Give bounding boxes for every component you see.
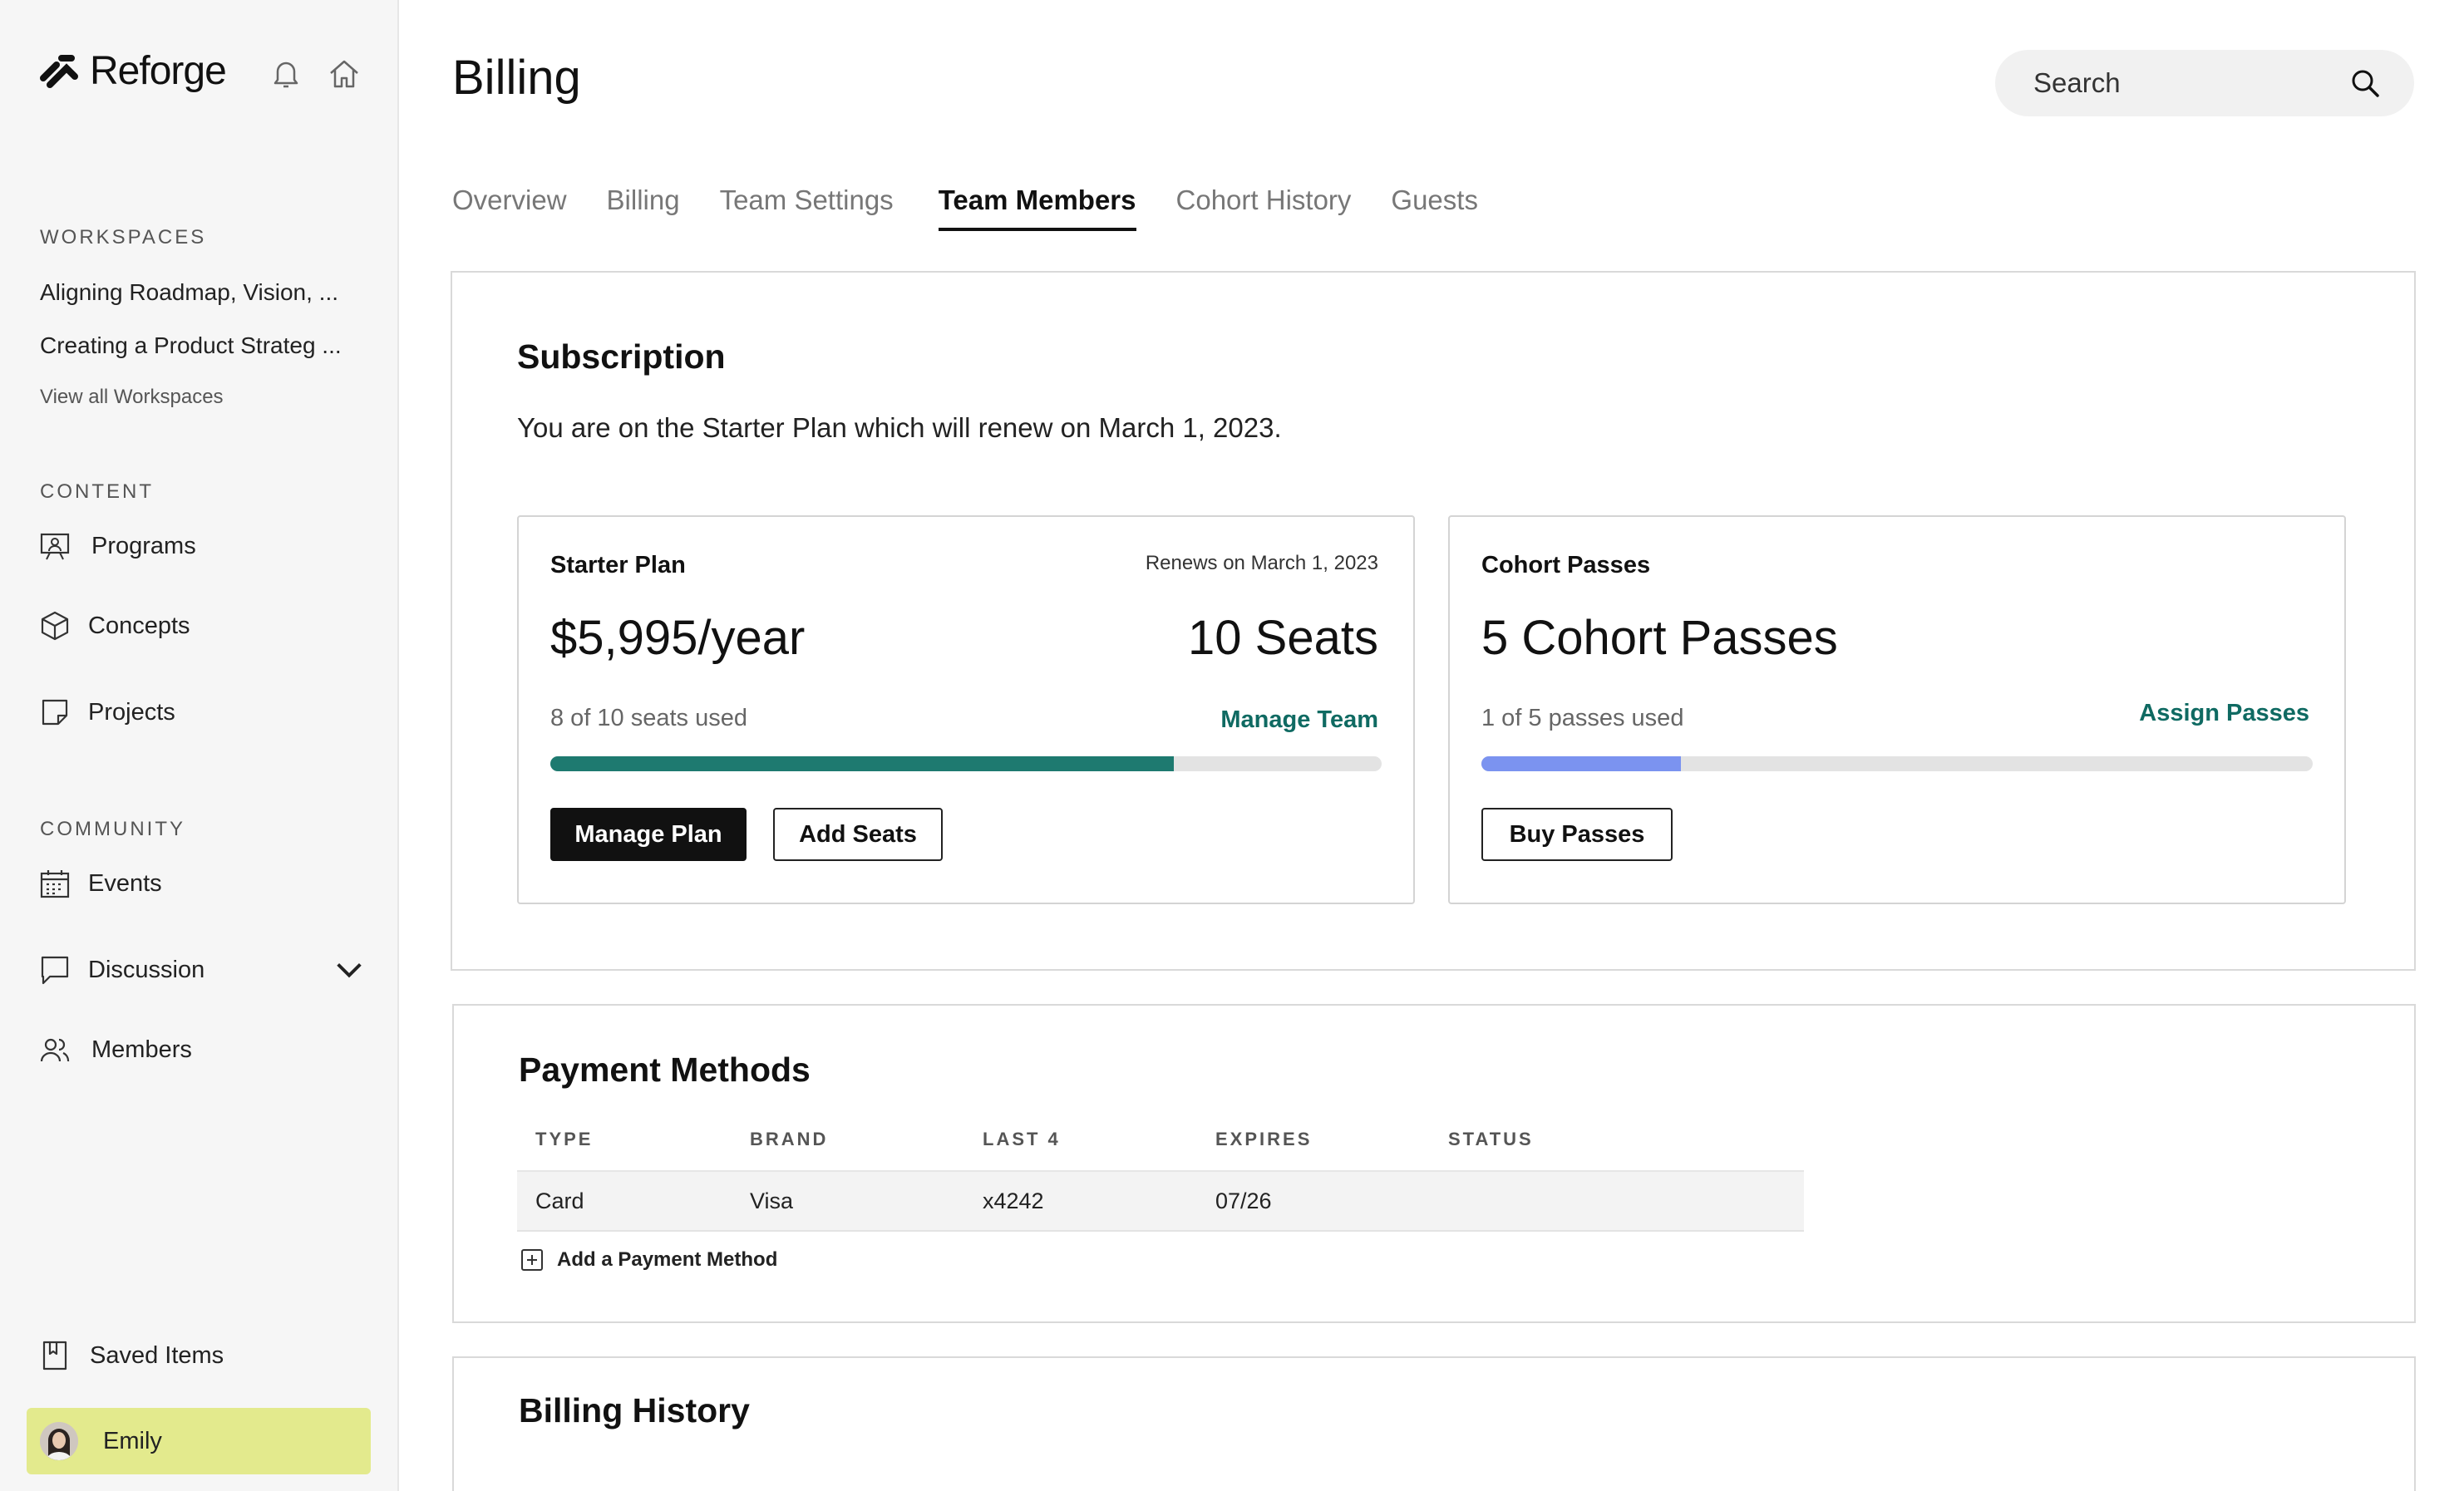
bookmark-icon (42, 1341, 67, 1370)
sidebar-item-label: Saved Items (90, 1341, 224, 1369)
tab-cohort-history[interactable]: Cohort History (1176, 185, 1352, 231)
cell-type: Card (535, 1188, 584, 1213)
column-header: STATUS (1448, 1129, 1534, 1149)
tab-bar: Overview Billing Team Settings Team Memb… (452, 185, 1518, 231)
sidebar-item-label: Programs (91, 532, 196, 559)
avatar (40, 1422, 78, 1460)
cube-icon (41, 611, 69, 641)
add-payment-method-label: Add a Payment Method (557, 1248, 778, 1271)
logo[interactable]: Reforge (40, 48, 227, 94)
sidebar-item-projects[interactable]: Projects (38, 691, 175, 733)
subscription-description: You are on the Starter Plan which will r… (517, 412, 1282, 443)
cell-last4: x4242 (983, 1188, 1044, 1213)
note-icon (42, 699, 68, 726)
column-header: BRAND (750, 1129, 829, 1149)
sidebar-item-programs[interactable]: Programs (38, 525, 196, 567)
tab-overview[interactable]: Overview (452, 185, 567, 231)
column-header: LAST 4 (983, 1129, 1061, 1149)
billing-history-panel: Billing History (452, 1356, 2416, 1491)
community-heading: COMMUNITY (40, 818, 185, 840)
cell-brand: Visa (750, 1188, 794, 1213)
page-title: Billing (452, 51, 581, 105)
billing-history-title: Billing History (519, 1391, 750, 1429)
workspace-item[interactable]: Aligning Roadmap, Vision, ... (40, 279, 338, 306)
add-payment-method-button[interactable]: Add a Payment Method (520, 1248, 777, 1272)
workspaces-heading: WORKSPACES (40, 226, 207, 248)
sidebar-item-label: Events (88, 869, 162, 897)
sidebar-item-label: Concepts (88, 612, 190, 639)
assign-passes-link[interactable]: Assign Passes (2139, 700, 2309, 727)
column-header: EXPIRES (1215, 1129, 1313, 1149)
sidebar-item-members[interactable]: Members (38, 1029, 192, 1070)
app-name: Reforge (90, 49, 227, 93)
tab-guests[interactable]: Guests (1391, 185, 1478, 231)
tab-team-settings[interactable]: Team Settings (720, 185, 894, 231)
seats-progress-bar (550, 756, 1382, 771)
manage-team-link[interactable]: Manage Team (1220, 706, 1378, 734)
sidebar-item-events[interactable]: Events (38, 863, 162, 904)
manage-plan-button[interactable]: Manage Plan (550, 808, 747, 861)
view-all-workspaces-link[interactable]: View all Workspaces (40, 386, 224, 409)
subscription-panel: Subscription You are on the Starter Plan… (451, 271, 2416, 971)
seats-usage: 8 of 10 seats used (550, 705, 747, 731)
search-input[interactable] (2033, 67, 2349, 99)
plan-seats: 10 Seats (1188, 611, 1378, 665)
sidebar-item-saved[interactable]: Saved Items (38, 1335, 224, 1376)
workspace-item[interactable]: Creating a Product Strateg ... (40, 332, 342, 359)
payment-methods-title: Payment Methods (519, 1051, 811, 1089)
cell-expires: 07/26 (1215, 1188, 1272, 1213)
sidebar-item-label: Discussion (88, 956, 205, 983)
home-icon[interactable] (326, 55, 362, 91)
table-header: TYPE BRAND LAST 4 EXPIRES STATUS (517, 1109, 1804, 1172)
sidebar-item-label: Members (91, 1036, 192, 1063)
passes-progress-fill (1481, 756, 1681, 771)
seats-progress-fill (550, 756, 1174, 771)
sidebar-item-label: Projects (88, 698, 175, 726)
search-box[interactable] (1995, 50, 2414, 116)
subscription-title: Subscription (517, 337, 726, 376)
cohort-card-name: Cohort Passes (1481, 552, 1651, 578)
sidebar: Reforge WORKSPACES Aligning Roadmap, Vis… (0, 0, 399, 1491)
passes-progress-bar (1481, 756, 2313, 771)
plan-name: Starter Plan (550, 552, 686, 578)
plus-square-icon (521, 1249, 543, 1271)
cohort-passes-card: Cohort Passes 5 Cohort Passes 1 of 5 pas… (1448, 515, 2346, 904)
sidebar-item-concepts[interactable]: Concepts (38, 605, 190, 647)
user-avatar-icon (40, 1422, 78, 1460)
table-row[interactable]: Card Visa x4242 07/26 (517, 1172, 1804, 1232)
calendar-icon (40, 870, 70, 898)
members-icon (40, 1038, 70, 1062)
reforge-logo-icon (40, 54, 78, 88)
passes-usage: 1 of 5 passes used (1481, 705, 1684, 731)
search-icon[interactable] (2349, 67, 2381, 99)
content-heading: CONTENT (40, 480, 154, 503)
cohort-pass-count: 5 Cohort Passes (1481, 611, 1838, 665)
chevron-down-icon[interactable] (333, 953, 366, 987)
presentation-icon (40, 533, 70, 560)
starter-plan-card: Starter Plan Renews on March 1, 2023 $5,… (517, 515, 1415, 904)
user-name: Emily (103, 1427, 162, 1454)
plan-renewal: Renews on March 1, 2023 (1145, 552, 1378, 574)
bell-icon[interactable] (268, 55, 304, 91)
payment-methods-table: TYPE BRAND LAST 4 EXPIRES STATUS Card Vi… (517, 1109, 1804, 1232)
tab-billing[interactable]: Billing (607, 185, 680, 231)
user-profile[interactable]: Emily (27, 1408, 371, 1474)
chat-icon (41, 956, 69, 985)
add-seats-button[interactable]: Add Seats (773, 808, 943, 861)
sidebar-item-discussion[interactable]: Discussion (38, 949, 366, 991)
buy-passes-button[interactable]: Buy Passes (1481, 808, 1673, 861)
tab-team-members[interactable]: Team Members (938, 185, 1136, 231)
column-header: TYPE (535, 1129, 594, 1149)
plan-price: $5,995/year (550, 611, 806, 665)
